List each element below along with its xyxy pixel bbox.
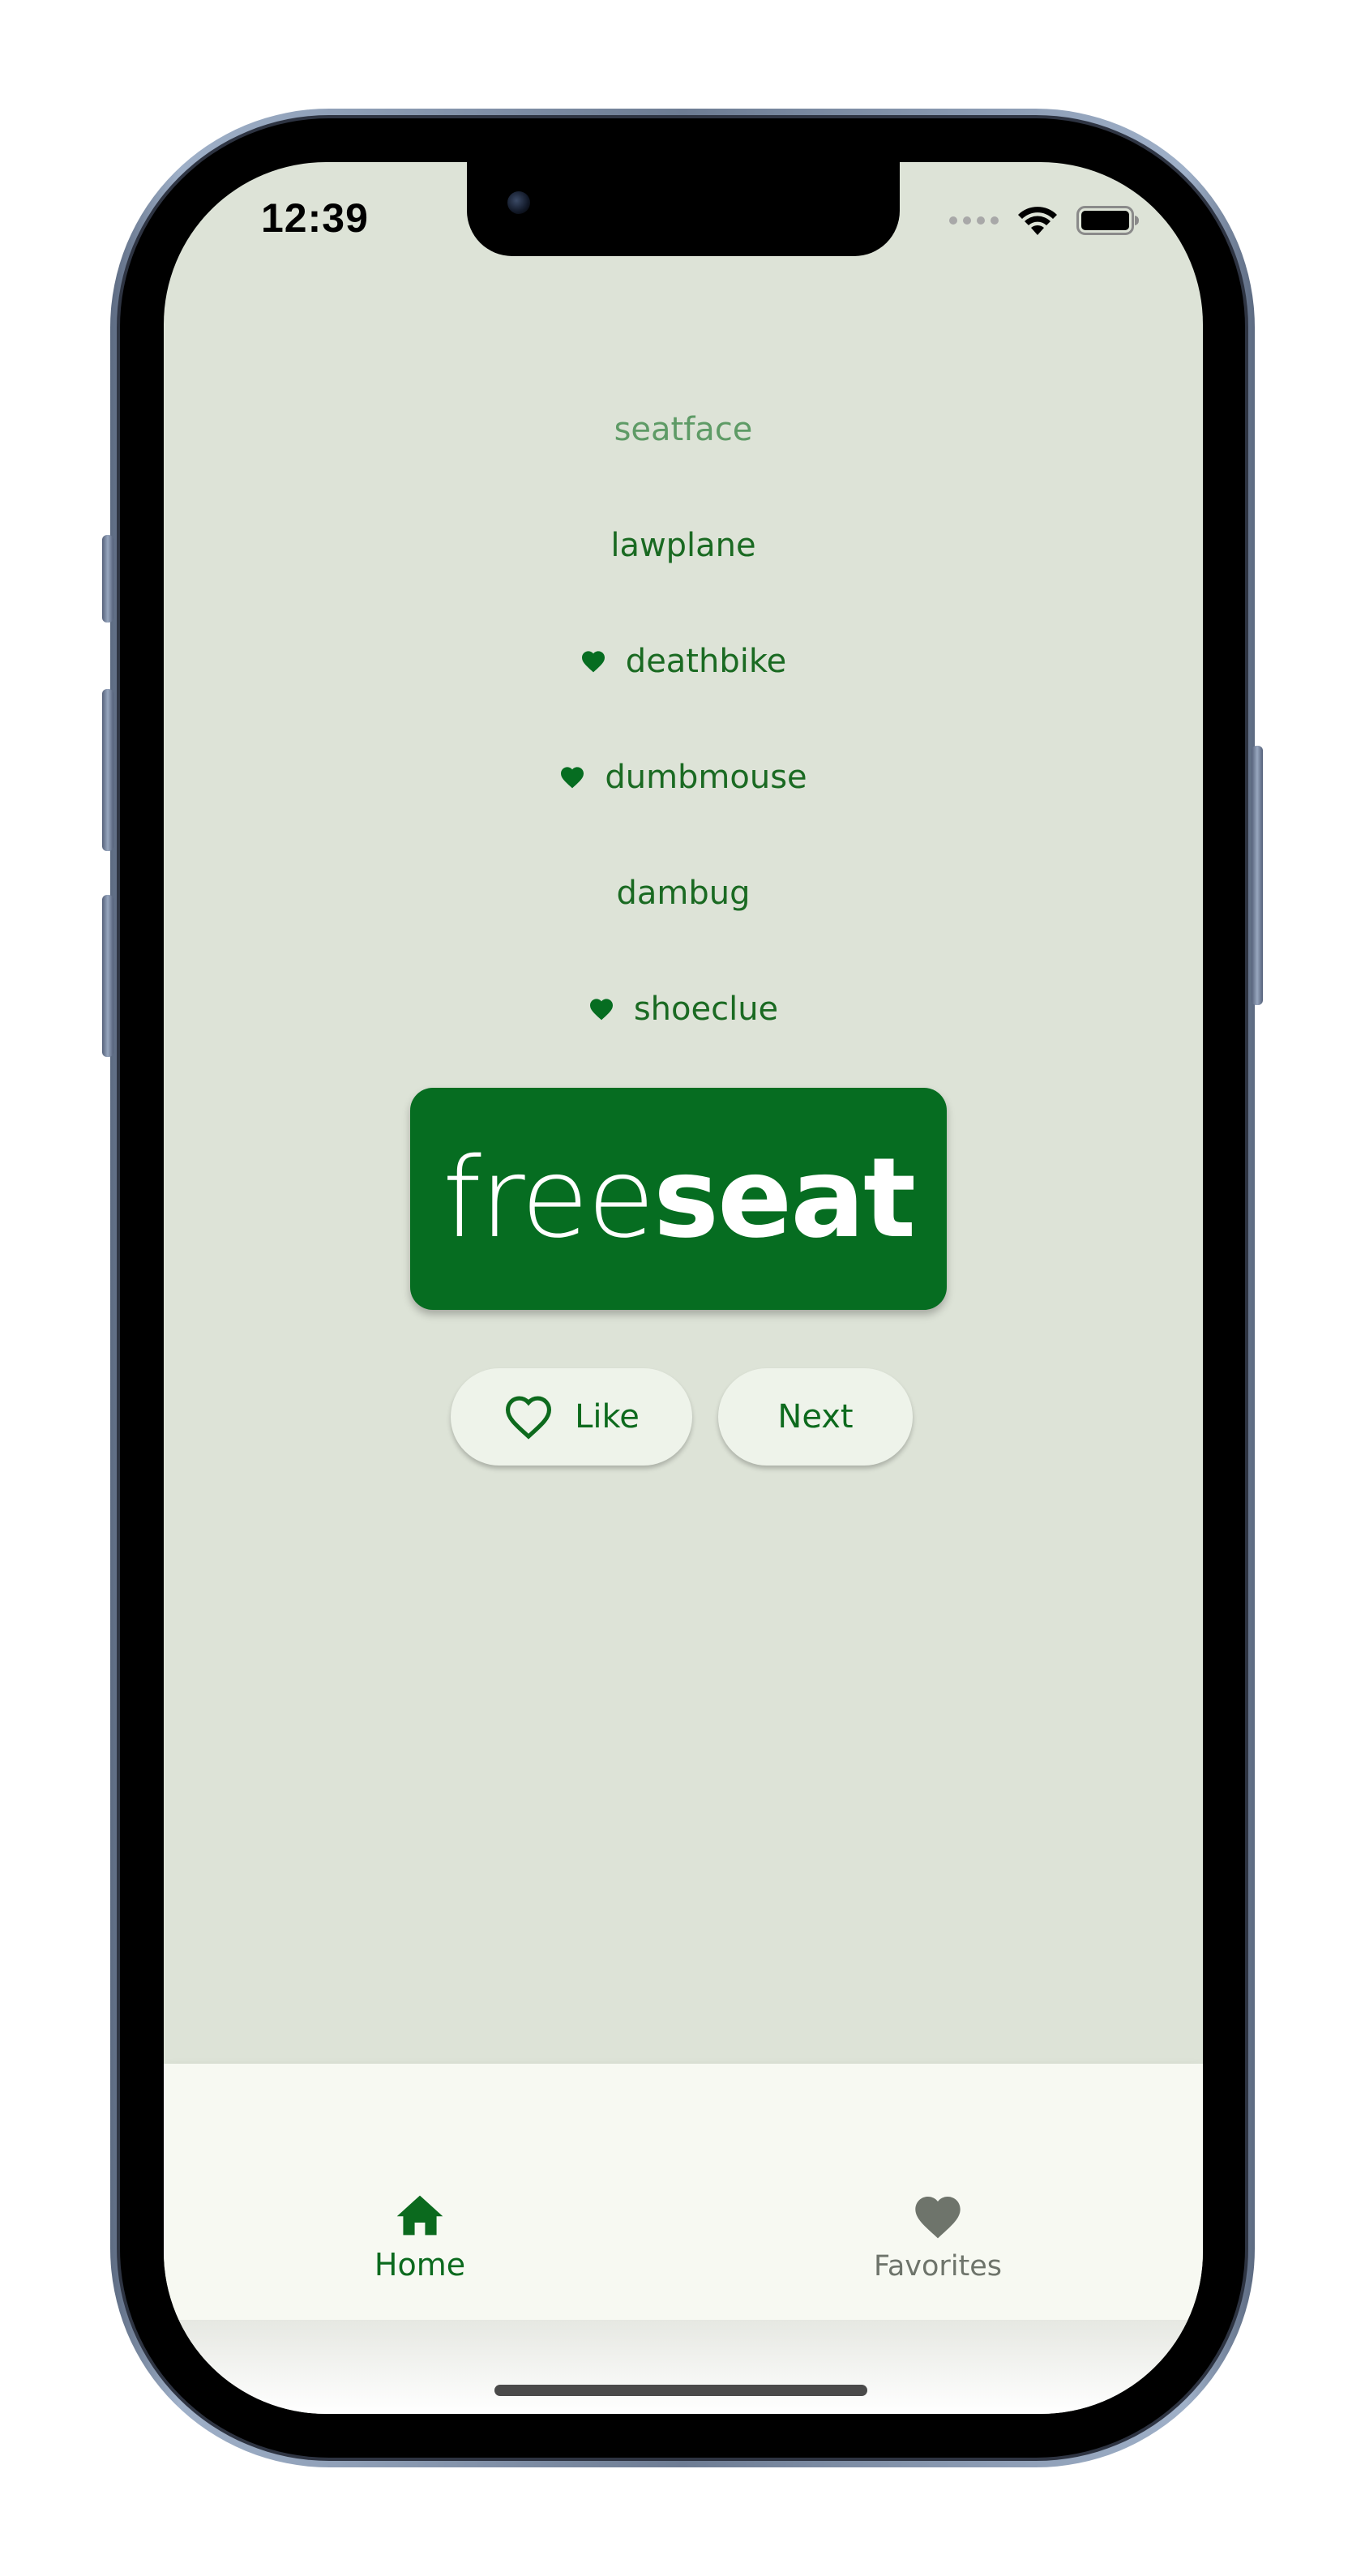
- current-word-card: free seat: [410, 1088, 947, 1310]
- mute-switch: [102, 535, 113, 623]
- heart-icon: [581, 651, 605, 673]
- nav-item-home[interactable]: Home: [290, 2193, 550, 2283]
- word-list-item[interactable]: dumbmouse: [164, 745, 1203, 810]
- volume-up-button: [102, 689, 113, 851]
- next-button[interactable]: Next: [718, 1368, 913, 1466]
- word-list-item[interactable]: seatface: [164, 397, 1203, 462]
- front-camera: [507, 191, 530, 214]
- next-button-label: Next: [777, 1398, 854, 1436]
- bottom-navigation-bar: Home Favorites: [164, 2064, 1203, 2320]
- word-list-item-label: seatface: [614, 411, 753, 448]
- heart-outline-icon: [506, 1396, 552, 1440]
- heart-icon: [561, 767, 584, 789]
- signal-dots-icon: [949, 216, 999, 225]
- volume-down-button: [102, 895, 113, 1057]
- current-word-second: seat: [653, 1135, 916, 1263]
- status-time: 12:39: [261, 195, 369, 241]
- current-word-first: free: [442, 1135, 655, 1263]
- word-list-item[interactable]: deathbike: [164, 629, 1203, 694]
- word-list-item-label: deathbike: [625, 643, 787, 680]
- nav-item-favorites[interactable]: Favorites: [808, 2193, 1068, 2283]
- like-button[interactable]: Like: [451, 1368, 692, 1466]
- word-list-item-label: dumbmouse: [605, 759, 807, 796]
- word-list-item[interactable]: dambug: [164, 861, 1203, 926]
- word-list-item-label: shoeclue: [633, 991, 779, 1028]
- word-list-item-label: lawplane: [610, 527, 756, 564]
- app-screen: 12:39 seatface lawplane deathbike dumbmouse…: [164, 162, 1203, 2414]
- power-button: [1252, 746, 1263, 1005]
- nav-favorites-label: Favorites: [873, 2250, 1003, 2283]
- home-icon: [396, 2195, 443, 2236]
- wifi-icon: [1018, 207, 1057, 235]
- nav-home-label: Home: [374, 2247, 466, 2283]
- heart-icon: [915, 2196, 961, 2239]
- word-list-item-label: dambug: [616, 875, 751, 912]
- word-list-item[interactable]: lawplane: [164, 513, 1203, 578]
- word-list-item[interactable]: shoeclue: [164, 977, 1203, 1042]
- home-indicator-area: [164, 2320, 1203, 2414]
- notch: [467, 162, 900, 256]
- battery-icon: [1076, 206, 1139, 235]
- home-indicator[interactable]: [494, 2385, 867, 2396]
- status-icons: [949, 203, 1140, 238]
- heart-icon: [589, 999, 613, 1021]
- like-button-label: Like: [575, 1398, 640, 1436]
